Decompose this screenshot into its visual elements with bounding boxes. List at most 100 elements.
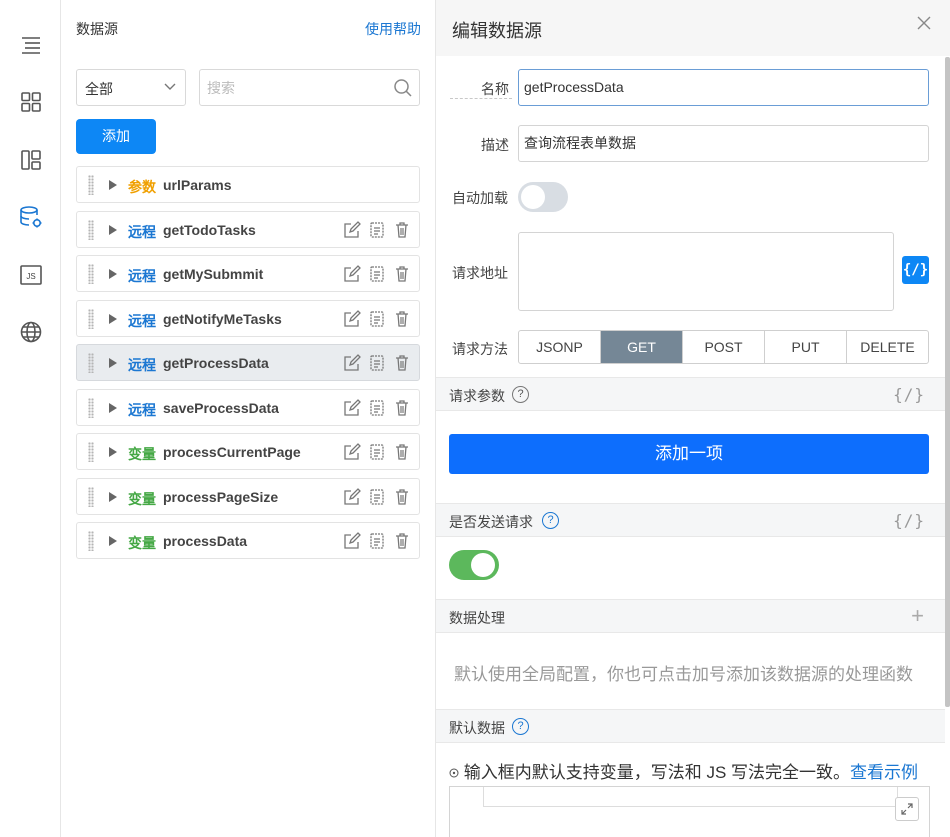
formula-icon[interactable]: {/} xyxy=(893,385,925,404)
caret-right-icon[interactable] xyxy=(109,269,117,279)
edit-icon[interactable] xyxy=(342,264,361,283)
help-link[interactable]: 使用帮助 xyxy=(365,19,421,39)
delete-icon[interactable] xyxy=(392,353,411,372)
edit-datasource-panel: 编辑数据源 名称 getProcessData 描述 查询流程表单数据 自动加载… xyxy=(436,0,950,837)
data-processing-title: 数据处理 xyxy=(449,610,505,626)
edit-icon[interactable] xyxy=(342,309,361,328)
request-params-section: 请求参数 ? {/} xyxy=(436,377,945,411)
add-param-button[interactable]: 添加一项 xyxy=(449,434,929,474)
chevron-down-icon xyxy=(163,80,177,97)
formula-toggle-button[interactable]: {/} xyxy=(902,256,929,284)
copy-icon[interactable] xyxy=(367,309,386,328)
drag-handle-icon[interactable] xyxy=(88,531,94,551)
datasource-item[interactable]: 远程 getNotifyMeTasks xyxy=(76,300,420,337)
caret-right-icon[interactable] xyxy=(109,225,117,235)
autoload-toggle[interactable] xyxy=(518,182,568,212)
description-field[interactable]: 查询流程表单数据 xyxy=(518,125,929,162)
info-icon xyxy=(449,763,464,782)
datasource-item[interactable]: 变量 processData xyxy=(76,522,420,559)
toggle-knob xyxy=(521,185,545,209)
datasource-name: processCurrentPage xyxy=(163,444,301,460)
globe-icon[interactable] xyxy=(18,319,44,345)
copy-icon[interactable] xyxy=(367,220,386,239)
drag-handle-icon[interactable] xyxy=(88,353,94,373)
method-option-get[interactable]: GET xyxy=(601,331,683,363)
name-label-underline xyxy=(450,98,512,99)
drag-handle-icon[interactable] xyxy=(88,175,94,195)
edit-icon[interactable] xyxy=(342,398,361,417)
delete-icon[interactable] xyxy=(392,264,411,283)
send-request-toggle[interactable] xyxy=(449,550,499,580)
view-example-link[interactable]: 查看示例 xyxy=(850,763,918,782)
edit-icon[interactable] xyxy=(342,442,361,461)
delete-icon[interactable] xyxy=(392,309,411,328)
search-icon[interactable] xyxy=(393,78,413,101)
drag-handle-icon[interactable] xyxy=(88,220,94,240)
datasource-icon[interactable] xyxy=(18,205,44,231)
datasource-item[interactable]: 远程 getProcessData xyxy=(76,344,420,381)
help-icon[interactable]: ? xyxy=(542,512,559,529)
caret-right-icon[interactable] xyxy=(109,403,117,413)
datasource-item[interactable]: 远程 getTodoTasks xyxy=(76,211,420,248)
method-option-put[interactable]: PUT xyxy=(765,331,847,363)
caret-right-icon[interactable] xyxy=(109,492,117,502)
datasource-type: 变量 xyxy=(128,535,156,551)
copy-icon[interactable] xyxy=(367,398,386,417)
method-option-post[interactable]: POST xyxy=(683,331,765,363)
default-data-note-text: 输入框内默认支持变量，写法和 JS 写法完全一致。 xyxy=(463,763,851,782)
request-url-field[interactable] xyxy=(518,232,894,311)
edit-icon[interactable] xyxy=(342,531,361,550)
datasource-item[interactable]: 变量 processPageSize xyxy=(76,478,420,515)
drag-handle-icon[interactable] xyxy=(88,264,94,284)
datasource-item[interactable]: 参数 urlParams xyxy=(76,166,420,203)
edit-icon[interactable] xyxy=(342,353,361,372)
search-input[interactable] xyxy=(200,70,380,105)
delete-icon[interactable] xyxy=(392,487,411,506)
datasource-item[interactable]: 变量 processCurrentPage xyxy=(76,433,420,470)
datasource-name: urlParams xyxy=(163,177,232,193)
drag-handle-icon[interactable] xyxy=(88,442,94,462)
close-icon[interactable] xyxy=(916,15,932,34)
drag-handle-icon[interactable] xyxy=(88,398,94,418)
drag-handle-icon[interactable] xyxy=(88,487,94,507)
edit-icon[interactable] xyxy=(342,220,361,239)
type-filter-select[interactable]: 全部 xyxy=(76,69,186,106)
expand-icon[interactable] xyxy=(895,797,919,821)
js-icon[interactable]: JS xyxy=(18,262,44,288)
datasource-actions xyxy=(342,487,411,506)
delete-icon[interactable] xyxy=(392,531,411,550)
edit-icon[interactable] xyxy=(342,487,361,506)
add-processor-icon[interactable]: + xyxy=(911,603,924,629)
delete-icon[interactable] xyxy=(392,220,411,239)
delete-icon[interactable] xyxy=(392,398,411,417)
drag-handle-icon[interactable] xyxy=(88,309,94,329)
add-datasource-button[interactable]: 添加 xyxy=(76,119,156,154)
delete-icon[interactable] xyxy=(392,442,411,461)
default-data-editor[interactable] xyxy=(449,786,930,837)
components-icon[interactable] xyxy=(18,89,44,115)
caret-right-icon[interactable] xyxy=(109,358,117,368)
copy-icon[interactable] xyxy=(367,264,386,283)
description-label: 描述 xyxy=(481,137,509,153)
datasource-item[interactable]: 远程 getMySubmmit xyxy=(76,255,420,292)
layout-icon[interactable] xyxy=(18,147,44,173)
method-option-jsonp[interactable]: JSONP xyxy=(519,331,601,363)
copy-icon[interactable] xyxy=(367,442,386,461)
name-field[interactable]: getProcessData xyxy=(518,69,929,106)
caret-right-icon[interactable] xyxy=(109,536,117,546)
help-icon[interactable]: ? xyxy=(512,718,529,735)
copy-icon[interactable] xyxy=(367,353,386,372)
caret-right-icon[interactable] xyxy=(109,447,117,457)
scrollbar[interactable] xyxy=(945,57,950,707)
method-option-delete[interactable]: DELETE xyxy=(847,331,928,363)
formula-icon[interactable]: {/} xyxy=(893,511,925,530)
send-request-title: 是否发送请求 xyxy=(449,514,533,530)
copy-icon[interactable] xyxy=(367,531,386,550)
copy-icon[interactable] xyxy=(367,487,386,506)
autoload-label: 自动加载 xyxy=(452,190,508,206)
help-icon[interactable]: ? xyxy=(512,386,529,403)
outline-icon[interactable] xyxy=(18,32,44,58)
caret-right-icon[interactable] xyxy=(109,180,117,190)
caret-right-icon[interactable] xyxy=(109,314,117,324)
datasource-item[interactable]: 远程 saveProcessData xyxy=(76,389,420,426)
